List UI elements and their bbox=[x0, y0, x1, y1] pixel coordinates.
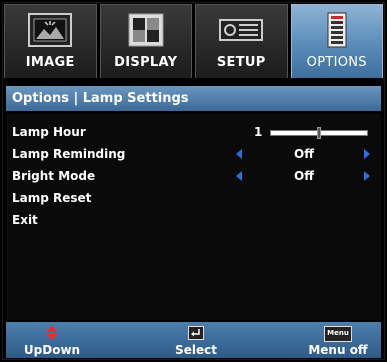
menu-key-text: Menu bbox=[324, 326, 352, 342]
lamp-hour-label: Lamp Hour bbox=[12, 125, 86, 139]
tab-setup-label: SETUP bbox=[216, 55, 266, 70]
footer-updown: UpDown bbox=[12, 322, 92, 358]
exit-label: Exit bbox=[12, 213, 38, 227]
tab-bar: IMAGE DISPLAY SETUP OPTIONS bbox=[4, 4, 383, 78]
footer-bar: UpDown Select Menu Menu off bbox=[6, 322, 381, 358]
tab-options-label: OPTIONS bbox=[306, 55, 367, 70]
image-icon bbox=[25, 11, 75, 49]
footer-select: Select bbox=[156, 322, 236, 358]
right-arrow-icon[interactable] bbox=[364, 149, 370, 159]
tab-display-label: DISPLAY bbox=[114, 55, 178, 70]
menu-off-label: Menu off bbox=[308, 343, 368, 357]
select-label: Select bbox=[175, 343, 217, 357]
footer-menu-off: Menu Menu off bbox=[296, 322, 380, 358]
menu-panel: Lamp Hour 1 Lamp Reminding Off Bright Mo… bbox=[6, 114, 381, 320]
menu-item-bright-mode[interactable]: Bright Mode Off bbox=[12, 166, 375, 186]
lamp-hour-value: 1 bbox=[254, 125, 263, 139]
left-arrow-icon[interactable] bbox=[236, 171, 242, 181]
enter-key-icon bbox=[156, 326, 236, 342]
updown-label: UpDown bbox=[23, 343, 81, 357]
menu-key-icon: Menu bbox=[296, 326, 380, 342]
tab-image[interactable]: IMAGE bbox=[4, 4, 97, 78]
lamp-reset-label: Lamp Reset bbox=[12, 191, 92, 205]
lamp-reminding-value: Off bbox=[294, 147, 314, 161]
updown-arrows-icon bbox=[12, 326, 92, 342]
menu-item-lamp-hour[interactable]: Lamp Hour 1 bbox=[12, 122, 375, 142]
lamp-reminding-label: Lamp Reminding bbox=[12, 147, 126, 161]
right-arrow-icon[interactable] bbox=[364, 171, 370, 181]
options-icon bbox=[312, 11, 362, 49]
tab-image-label: IMAGE bbox=[25, 55, 75, 70]
tab-display[interactable]: DISPLAY bbox=[99, 4, 192, 78]
left-arrow-icon[interactable] bbox=[236, 149, 242, 159]
page-title: Options | Lamp Settings bbox=[6, 86, 381, 111]
bright-mode-label: Bright Mode bbox=[12, 169, 96, 183]
setup-icon bbox=[216, 11, 266, 49]
tab-options[interactable]: OPTIONS bbox=[290, 4, 383, 78]
menu-item-lamp-reset[interactable]: Lamp Reset bbox=[12, 188, 375, 208]
menu-item-exit[interactable]: Exit bbox=[12, 210, 375, 230]
tab-setup[interactable]: SETUP bbox=[195, 4, 288, 78]
lamp-hour-slider-thumb[interactable] bbox=[317, 127, 321, 139]
bright-mode-value: Off bbox=[294, 169, 314, 183]
display-icon bbox=[121, 11, 171, 49]
menu-item-lamp-reminding[interactable]: Lamp Reminding Off bbox=[12, 144, 375, 164]
